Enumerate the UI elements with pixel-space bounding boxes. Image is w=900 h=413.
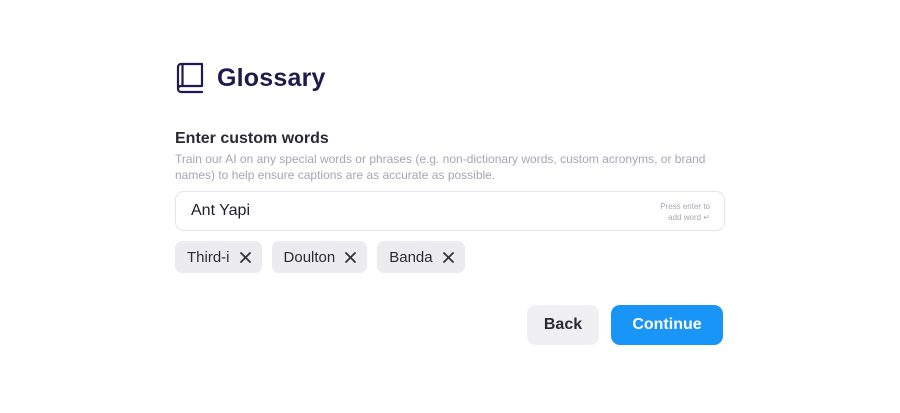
word-chips: Third-i Doulton Banda <box>175 241 465 273</box>
enter-hint-line-2: add word ↵ <box>668 213 710 222</box>
word-chip-label: Third-i <box>187 248 230 266</box>
back-button[interactable]: Back <box>527 305 599 345</box>
word-chip: Banda <box>377 241 465 273</box>
custom-words-description: Train our AI on any special words or phr… <box>175 152 706 182</box>
glossary-page: Glossary Enter custom words Train our AI… <box>0 0 900 413</box>
continue-button[interactable]: Continue <box>611 305 723 345</box>
remove-chip-close-icon[interactable] <box>239 251 251 263</box>
word-chip-label: Banda <box>389 248 433 266</box>
custom-word-field: Press enter to add word ↵ <box>175 191 725 231</box>
custom-word-input[interactable] <box>176 192 646 230</box>
enter-hint-line-1: Press enter to <box>660 202 710 211</box>
remove-chip-close-icon[interactable] <box>345 251 357 263</box>
word-chip-label: Doulton <box>283 248 336 266</box>
book-icon <box>175 62 205 94</box>
remove-chip-close-icon[interactable] <box>442 251 454 263</box>
word-chip: Third-i <box>175 241 262 273</box>
custom-words-label: Enter custom words <box>175 130 329 147</box>
enter-hint: Press enter to add word ↵ <box>660 201 710 223</box>
word-chip: Doulton <box>271 241 368 273</box>
page-title: Glossary <box>217 63 326 92</box>
glossary-header: Glossary <box>175 62 326 94</box>
